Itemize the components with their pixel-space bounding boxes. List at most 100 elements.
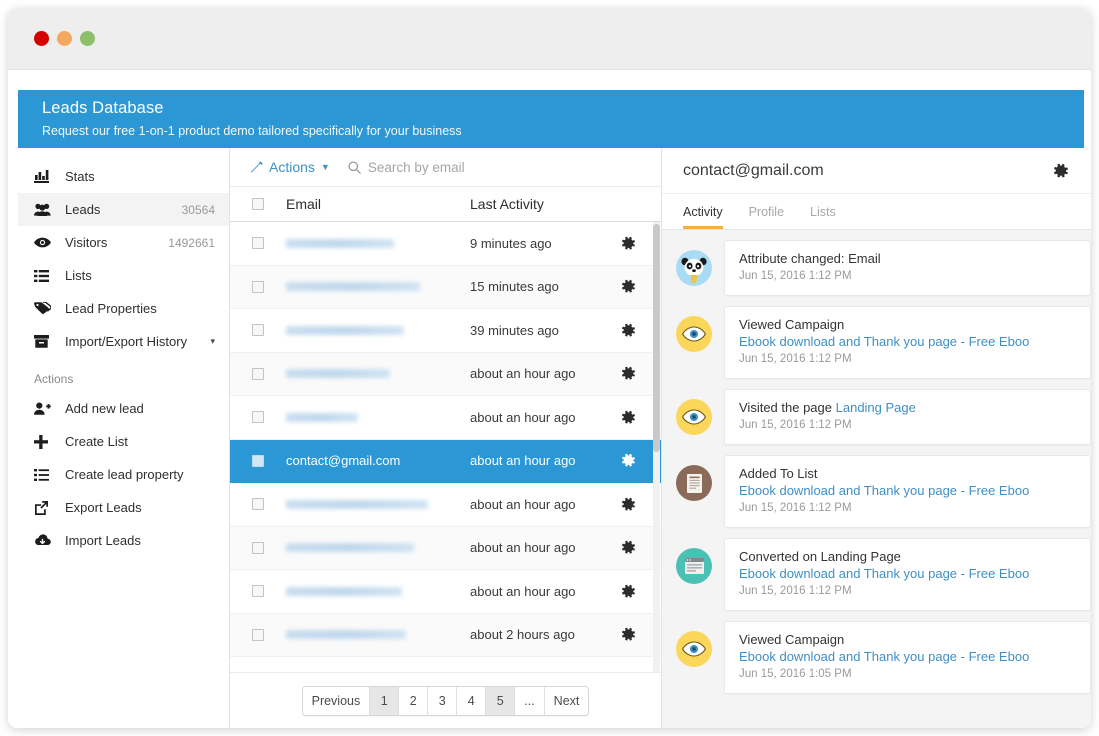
sidebar-item-label: Visitors: [65, 235, 108, 250]
row-checkbox-cell[interactable]: [230, 237, 286, 250]
activity-link[interactable]: Ebook download and Thank you page - Free…: [739, 482, 1078, 499]
row-checkbox[interactable]: [252, 411, 264, 424]
row-checkbox-cell[interactable]: [230, 324, 286, 337]
activity-item[interactable]: Converted on Landing Page Ebook download …: [662, 538, 1091, 611]
close-window-button[interactable]: [34, 31, 49, 46]
pagination-page-2[interactable]: 2: [399, 686, 429, 715]
column-header-email[interactable]: Email: [286, 196, 470, 212]
select-all-cell[interactable]: [230, 198, 286, 210]
row-checkbox-cell[interactable]: [230, 498, 286, 511]
row-email[interactable]: [286, 540, 470, 555]
activity-feed[interactable]: Attribute changed: Email Jun 15, 2016 1:1…: [662, 230, 1091, 728]
pagination-page-3[interactable]: 3: [428, 686, 458, 715]
table-row[interactable]: 39 minutes ago: [230, 309, 661, 353]
search-icon: [348, 160, 361, 174]
activity-item[interactable]: Added To List Ebook download and Thank yo…: [662, 455, 1091, 528]
table-row[interactable]: about an hour ago: [230, 483, 661, 527]
sidebar-action-create-list[interactable]: Create List: [18, 425, 229, 458]
bar-chart-icon: [34, 170, 56, 183]
sidebar-action-import-leads[interactable]: Import Leads: [18, 524, 229, 557]
sidebar-item-visitors[interactable]: Visitors 1492661: [18, 226, 229, 259]
select-all-checkbox[interactable]: [252, 198, 264, 210]
table-row[interactable]: about an hour ago: [230, 396, 661, 440]
gear-icon[interactable]: [1053, 163, 1069, 179]
minimize-window-button[interactable]: [57, 31, 72, 46]
sidebar-item-stats[interactable]: Stats: [18, 160, 229, 193]
activity-item[interactable]: Viewed Campaign Ebook download and Thank …: [662, 306, 1091, 379]
sidebar-action-add-new-lead[interactable]: Add new lead: [18, 392, 229, 425]
row-checkbox[interactable]: [252, 280, 264, 293]
activity-link[interactable]: Ebook download and Thank you page - Free…: [739, 565, 1078, 582]
pagination-next[interactable]: Next: [544, 686, 589, 715]
table-row[interactable]: about an hour ago: [230, 352, 661, 396]
row-email[interactable]: [286, 627, 470, 642]
search-input[interactable]: [367, 159, 568, 175]
row-checkbox[interactable]: [252, 498, 264, 511]
activity-timestamp: Jun 15, 2016 1:12 PM: [739, 270, 852, 282]
row-checkbox[interactable]: [252, 367, 264, 380]
row-email[interactable]: [286, 279, 470, 294]
table-row[interactable]: about an hour ago: [230, 570, 661, 614]
row-checkbox[interactable]: [252, 585, 264, 598]
pagination-page-5[interactable]: 5: [486, 686, 516, 715]
row-email[interactable]: [286, 323, 470, 338]
table-row[interactable]: about an hour ago: [230, 526, 661, 570]
row-email[interactable]: [286, 366, 470, 381]
actions-dropdown-button[interactable]: Actions ▼: [250, 159, 330, 175]
table-row[interactable]: 9 minutes ago: [230, 222, 661, 266]
row-checkbox-cell[interactable]: [230, 454, 286, 467]
activity-item[interactable]: Attribute changed: Email Jun 15, 2016 1:1…: [662, 240, 1091, 296]
row-checkbox[interactable]: [252, 324, 264, 337]
sidebar-section-title: Actions: [34, 372, 74, 386]
row-email[interactable]: contact@gmail.com: [286, 453, 470, 468]
activity-item[interactable]: Visited the page Landing Page Jun 15, 201…: [662, 389, 1091, 445]
row-checkbox[interactable]: [252, 237, 264, 250]
row-checkbox-cell[interactable]: [230, 367, 286, 380]
list-ul-icon: [34, 468, 56, 481]
tab-lists[interactable]: Lists: [810, 205, 836, 229]
pagination-page-4[interactable]: 4: [457, 686, 487, 715]
external-link-icon: [34, 500, 56, 515]
row-checkbox-cell[interactable]: [230, 541, 286, 554]
row-checkbox-cell[interactable]: [230, 628, 286, 641]
pagination-ellipsis[interactable]: ...: [515, 686, 545, 715]
sidebar-item-import-export-history[interactable]: Import/Export History ▾: [18, 325, 229, 358]
activity-link[interactable]: Ebook download and Thank you page - Free…: [739, 333, 1078, 350]
table-row[interactable]: about 2 hours ago: [230, 613, 661, 657]
sidebar-action-create-lead-property[interactable]: Create lead property: [18, 458, 229, 491]
row-checkbox[interactable]: [252, 454, 264, 467]
row-email[interactable]: [286, 236, 470, 251]
tab-activity[interactable]: Activity: [683, 205, 723, 229]
sidebar-item-lead-properties[interactable]: Lead Properties: [18, 292, 229, 325]
lead-detail-panel: contact@gmail.com Activity Profile Lists…: [662, 148, 1091, 728]
activity-link[interactable]: Ebook download and Thank you page - Free…: [739, 648, 1078, 665]
row-checkbox-cell[interactable]: [230, 280, 286, 293]
sidebar-item-lists[interactable]: Lists: [18, 259, 229, 292]
activity-timestamp: Jun 15, 2016 1:12 PM: [739, 502, 852, 514]
activity-inline-link[interactable]: Landing Page: [836, 400, 916, 415]
sidebar-item-leads[interactable]: Leads 30564: [18, 193, 229, 226]
column-header-activity[interactable]: Last Activity: [470, 196, 621, 212]
row-checkbox[interactable]: [252, 541, 264, 554]
activity-item[interactable]: Viewed Campaign Ebook download and Thank …: [662, 621, 1091, 694]
pagination-previous[interactable]: Previous: [302, 686, 371, 715]
row-checkbox-cell[interactable]: [230, 585, 286, 598]
search-box[interactable]: [348, 159, 568, 175]
pagination-page-1[interactable]: 1: [370, 686, 400, 715]
maximize-window-button[interactable]: [80, 31, 95, 46]
row-last-activity: about an hour ago: [470, 583, 576, 599]
row-checkbox-cell[interactable]: [230, 411, 286, 424]
sidebar-action-export-leads[interactable]: Export Leads: [18, 491, 229, 524]
table-scrollbar-thumb[interactable]: [653, 224, 660, 452]
pagination[interactable]: Previous 1 2 3 4 5 ... Next: [301, 685, 590, 716]
row-last-activity: about an hour ago: [470, 540, 576, 556]
row-email[interactable]: [286, 584, 470, 599]
tab-profile[interactable]: Profile: [749, 205, 784, 229]
table-row[interactable]: contact@gmail.com about an hour ago: [230, 439, 661, 483]
row-checkbox[interactable]: [252, 628, 264, 641]
row-email[interactable]: [286, 410, 470, 425]
activity-bubble: Attribute changed: Email Jun 15, 2016 1:1…: [724, 240, 1091, 296]
row-email[interactable]: [286, 497, 470, 512]
table-row[interactable]: 15 minutes ago: [230, 265, 661, 309]
leads-table-body[interactable]: 9 minutes ago 15 minutes ago 39 minutes ag…: [230, 222, 661, 672]
